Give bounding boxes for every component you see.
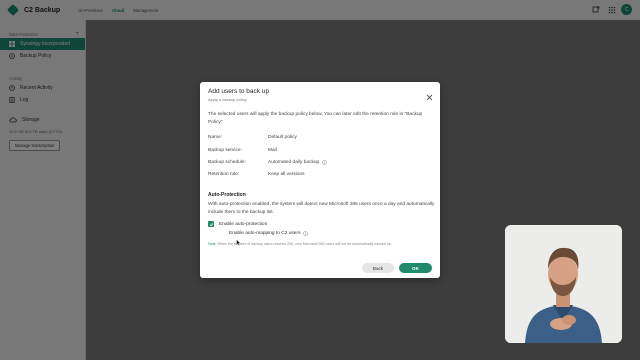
field-label: Backup service: [208,148,242,153]
field-label: Name: [208,135,223,140]
info-icon[interactable] [303,231,309,236]
field-value: Automated daily backup [268,160,320,165]
field-value: Mail [268,148,277,153]
auto-protection-description: With auto-protection enabled, the system… [208,202,435,215]
dialog-description: The selected users will apply the backup… [208,112,423,125]
note-text: When the number of backup users reaches … [217,242,392,246]
field-value: Keep all versions [268,172,305,177]
presenter-video [505,225,622,343]
field-label: Retention rule: [208,172,240,177]
auto-protection-title: Auto-Protection [208,192,246,198]
checkbox-label: Enable auto-protection [219,221,268,227]
dialog-subtitle: Apply a backup policy [208,97,247,102]
enable-auto-protection-row[interactable]: Enable auto-protection [208,221,267,227]
note-label: Note: [208,242,217,246]
field-retention-rule: Retention rule: Keep all versions [208,172,436,177]
field-backup-schedule: Backup schedule: Automated daily backup [208,160,436,165]
field-label: Backup schedule: [208,160,246,165]
field-name: Name: Default policy [208,135,436,140]
dialog-title: Add users to back up [208,88,270,95]
add-users-dialog: Add users to back up Apply a backup poli… [200,82,440,278]
dialog-note: Note: When the number of backup users re… [208,242,392,246]
close-icon[interactable] [426,88,433,101]
enable-auto-protection-checkbox[interactable] [208,221,214,227]
field-value: Default policy [268,135,297,140]
back-button[interactable]: Back [362,263,394,273]
presenter-image [505,225,622,343]
info-icon[interactable] [322,160,327,165]
field-backup-service: Backup service: Mail [208,148,436,153]
mouse-cursor-icon [236,233,241,246]
ok-button[interactable]: OK [399,263,432,273]
